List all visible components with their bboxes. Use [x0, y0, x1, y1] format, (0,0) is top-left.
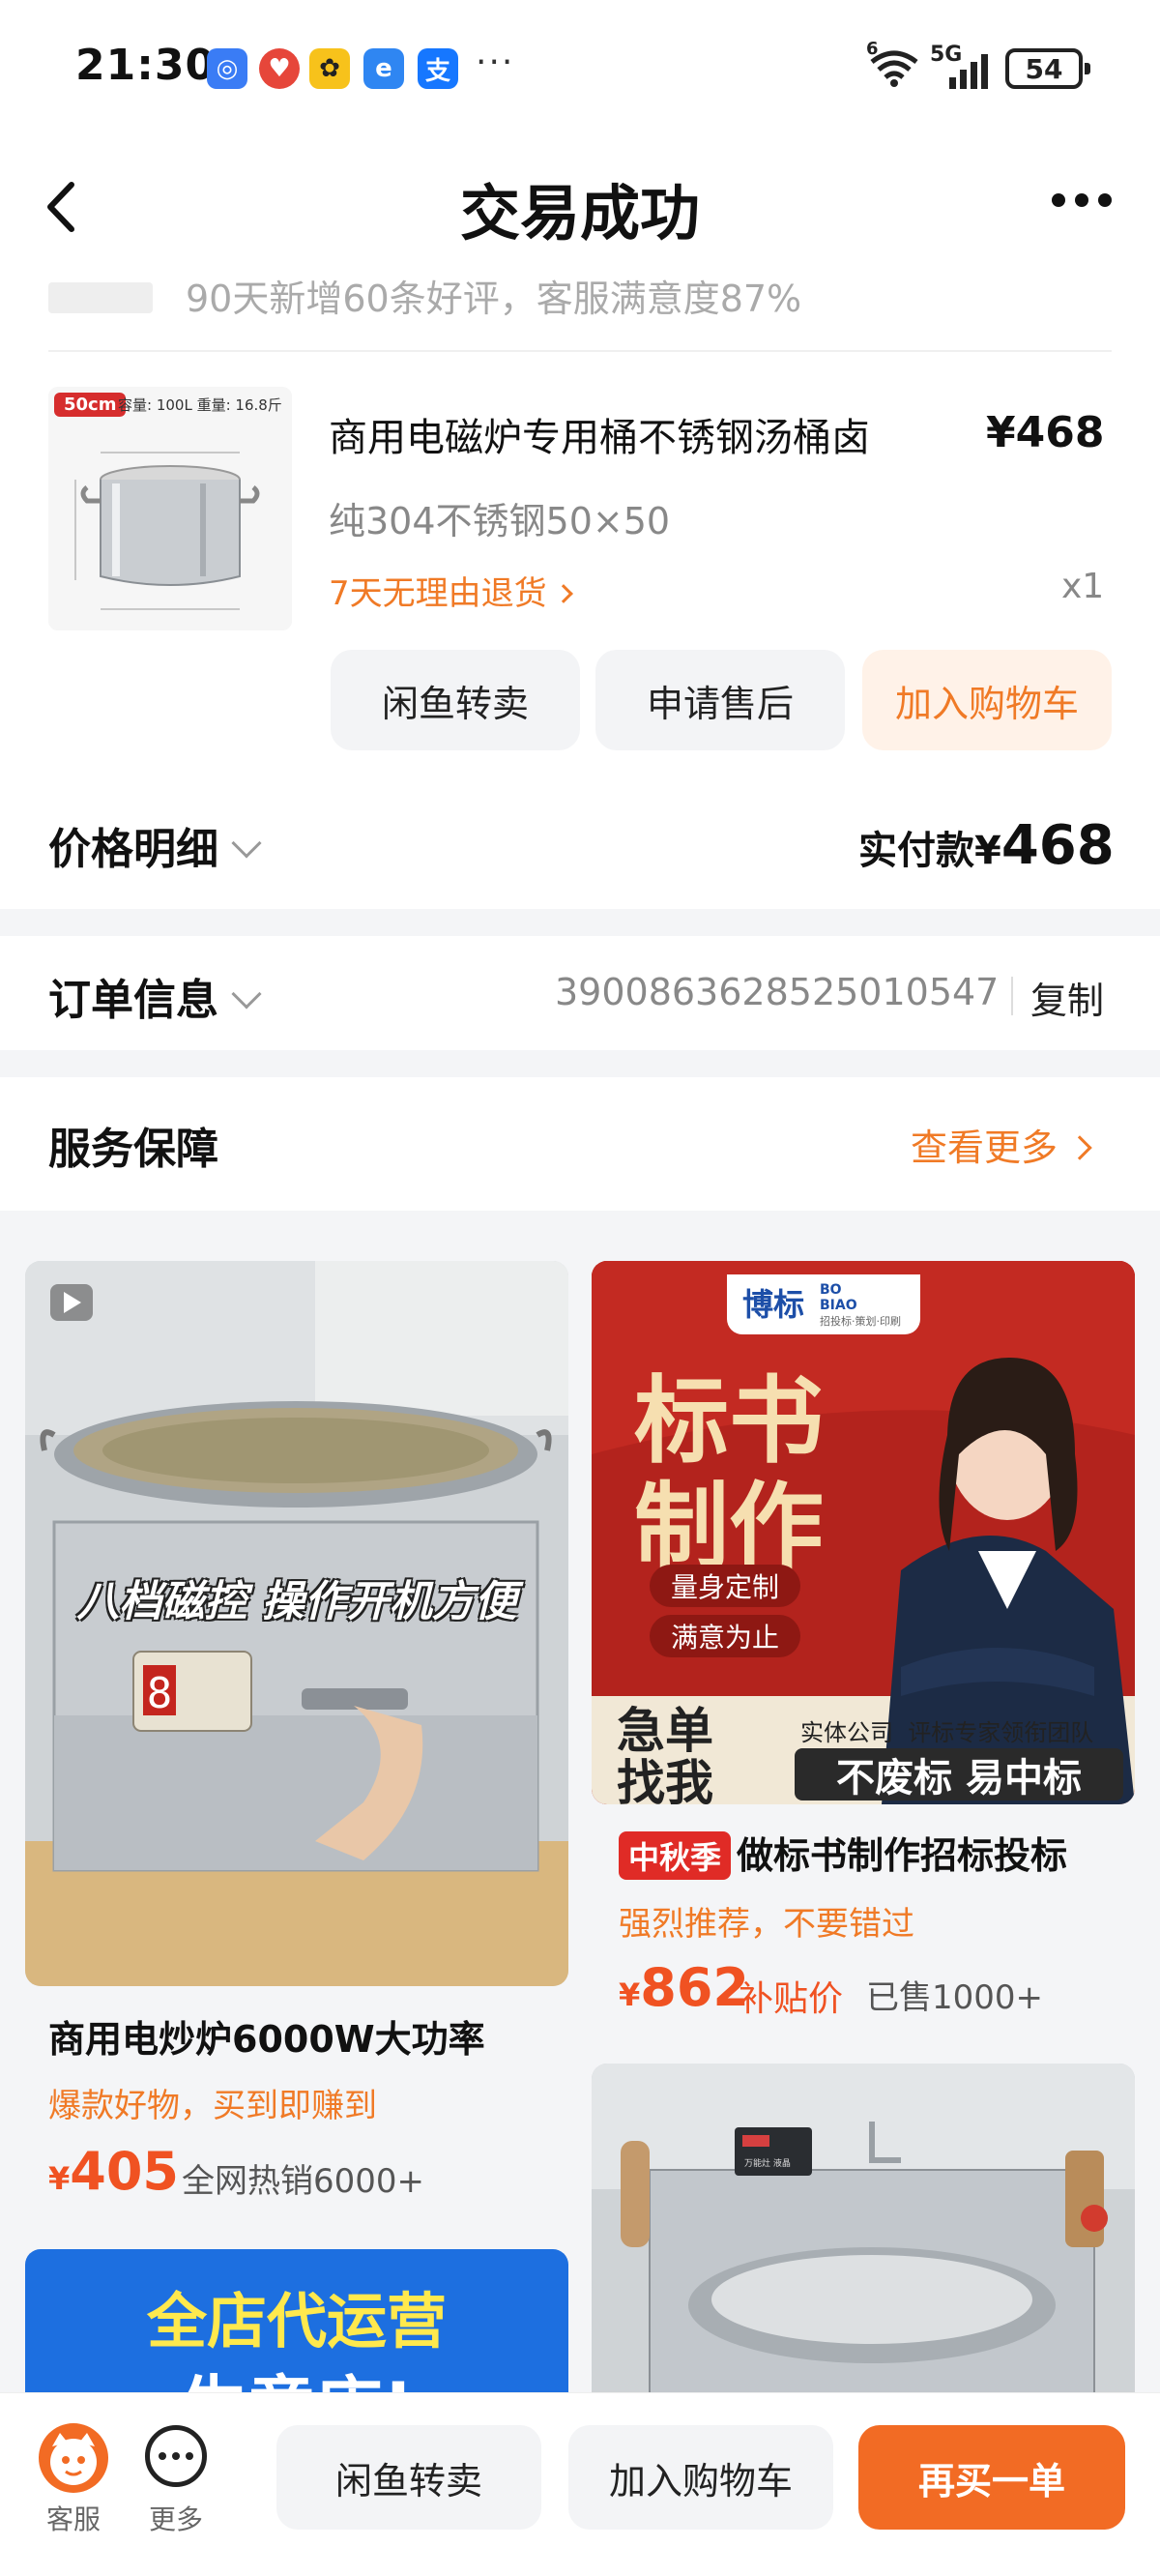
divider [48, 350, 1112, 352]
panel-label: 万能灶 液晶 [744, 2159, 791, 2169]
order-info-label: 订单信息 [48, 976, 218, 1025]
banner-team-text: 实体公司 评标专家领衔团队 [800, 1719, 1094, 1746]
service-more-link[interactable]: 查看更多 [911, 1118, 1092, 1171]
paid-value: 468 [1000, 814, 1115, 877]
page-title: 交易成功 [459, 178, 700, 249]
signal-icon [947, 50, 994, 89]
feed-card-induction-stove[interactable]: 8 八档磁控 操作开机方便 [25, 1261, 568, 1986]
more-label[interactable]: 更多 [137, 2499, 215, 2537]
store-rating-text: 90天新增60条好评，客服满意度87% [186, 278, 802, 320]
divider [1011, 977, 1013, 1015]
price-detail-toggle[interactable]: 价格明细 [48, 814, 262, 876]
product-name[interactable]: 商用电磁炉专用桶不锈钢汤桶卤 [329, 406, 870, 462]
app-icon-2: ♥ [259, 48, 300, 89]
more-icon[interactable] [145, 2425, 207, 2487]
feed-title[interactable]: 商用电炒炉6000W大功率 [48, 2009, 485, 2063]
feed-subtitle: 强烈推荐，不要错过 [619, 1905, 914, 1944]
product-price: ¥468 [986, 408, 1105, 457]
service-label: 服务保障 [48, 1125, 218, 1174]
order-info-toggle[interactable]: 订单信息 [48, 965, 262, 1027]
banner-line-1: 全店代运营 [146, 2286, 447, 2356]
feed-card-store-operation[interactable]: 全店代运营 生意店! [25, 2249, 568, 2394]
feed-card-commercial-stove[interactable]: 万能灶 液晶 [592, 2064, 1135, 2394]
product-quantity: x1 [1061, 567, 1105, 606]
product-size-tag: 50cm [54, 393, 127, 417]
svg-text:8: 8 [147, 1669, 173, 1718]
currency-symbol: ¥ [619, 1976, 641, 2013]
brand-name: 博标 [742, 1286, 805, 1323]
product-spec: 纯304不锈钢50×50 [329, 500, 671, 542]
more-options-icon[interactable] [1052, 193, 1112, 207]
app-icon-3: ✿ [309, 48, 350, 89]
brand-sub: 招投标·策划·印刷 [820, 1315, 901, 1328]
feed-price: ¥405 [48, 2141, 179, 2202]
add-to-cart-button[interactable]: 加入购物车 [862, 650, 1112, 750]
feed-sales: 已售1000+ [866, 1978, 1044, 2017]
buy-again-button[interactable]: 再买一单 [858, 2425, 1125, 2530]
price-value: 405 [70, 2141, 179, 2202]
return-policy-label: 7天无理由退货 [329, 574, 547, 613]
return-policy-link[interactable]: 7天无理由退货 [329, 567, 573, 614]
paid-amount: 实付款¥468 [858, 814, 1115, 877]
network-6-label: 6 [866, 39, 879, 59]
brand-name-en: BO BIAO [820, 1282, 857, 1313]
promo-badge: 中秋季 [619, 1831, 732, 1880]
feed-price: ¥862 [619, 1957, 749, 2018]
banner-line-2: 生意店! [25, 2354, 568, 2394]
banner-pill-1: 量身定制 [650, 1565, 800, 1607]
app-icon-4: e [363, 48, 404, 89]
feed-title[interactable]: 做标书制作招标投标 [737, 1826, 1067, 1879]
chevron-down-icon [231, 979, 262, 1010]
price-value: 862 [640, 1957, 749, 2018]
feed-sales: 全网热销6000+ [182, 2162, 425, 2201]
alipay-icon: 支 [418, 48, 458, 89]
store-rating-placeholder [48, 282, 153, 313]
product-image-specs: 容量: 100L 重量: 16.8斤 [118, 396, 282, 414]
paid-label: 实付款¥ [858, 829, 1001, 873]
price-detail-label: 价格明细 [48, 825, 218, 874]
banner-urgent-2: 找我 [617, 1755, 713, 1804]
customer-service-icon[interactable] [39, 2423, 108, 2493]
video-overlay-caption: 八档磁控 操作开机方便 [76, 1577, 517, 1626]
currency-symbol: ¥ [48, 2160, 71, 2197]
order-number: 3900863628525010547 [555, 971, 1000, 1013]
product-image[interactable] [48, 387, 292, 630]
resell-button[interactable]: 闲鱼转卖 [331, 650, 580, 750]
subsidy-price-label: 补贴价 [739, 1979, 844, 2019]
copy-button[interactable]: 复制 [1030, 971, 1104, 1024]
banner-pill-2: 满意为止 [650, 1615, 800, 1657]
battery-indicator: 54 [1005, 48, 1090, 89]
status-time: 21:30 [75, 41, 217, 90]
feed-subtitle: 爆款好物，买到即赚到 [48, 2087, 377, 2125]
customer-service-label[interactable]: 客服 [35, 2499, 112, 2537]
resell-button[interactable]: 闲鱼转卖 [276, 2425, 541, 2530]
banner-slogan: 不废标 易中标 [795, 1748, 1123, 1800]
status-more-icon: ··· [476, 43, 515, 82]
chevron-down-icon [231, 828, 262, 859]
service-more-label: 查看更多 [911, 1127, 1058, 1169]
after-sales-button[interactable]: 申请售后 [595, 650, 845, 750]
app-icon-1: ◎ [207, 48, 247, 89]
add-to-cart-button[interactable]: 加入购物车 [568, 2425, 833, 2530]
feed-card-bid-document[interactable]: 博标 BO BIAO 招投标·策划·印刷 标书 制作 量身定制 满意为止 急单 … [592, 1261, 1135, 1804]
chevron-right-icon [553, 584, 573, 603]
chevron-right-icon [1067, 1135, 1092, 1160]
